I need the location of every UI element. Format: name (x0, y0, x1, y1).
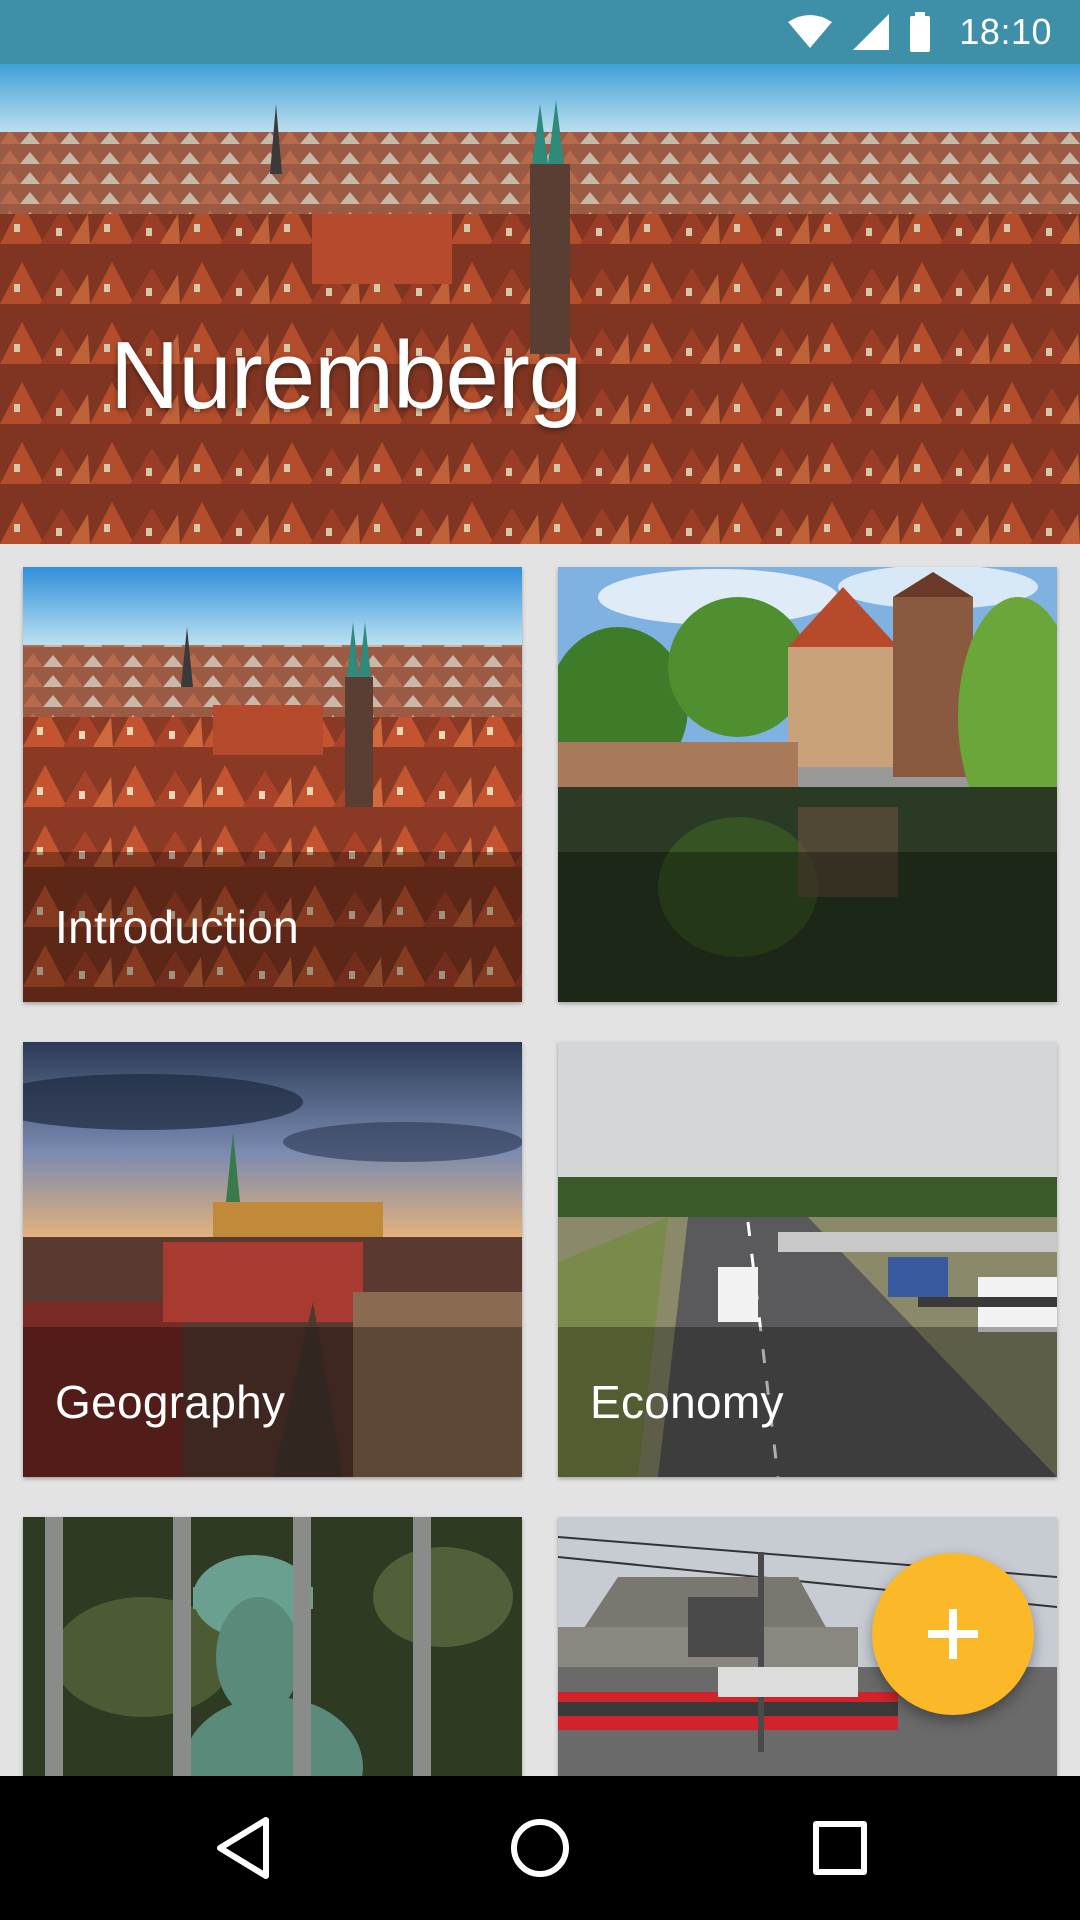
status-bar: 18:10 (0, 0, 1080, 64)
cell-signal-icon (853, 14, 890, 50)
card-label: Introduction (55, 901, 299, 953)
card-introduction[interactable]: Introduction (23, 567, 522, 1002)
recents-button[interactable] (792, 1800, 888, 1896)
back-button[interactable] (196, 1800, 292, 1896)
back-icon (217, 1817, 269, 1879)
page-title: Nuremberg (110, 322, 582, 429)
navigation-bar (0, 1776, 1080, 1920)
home-icon (511, 1819, 569, 1877)
header-banner: Nuremberg (0, 64, 1080, 544)
card-label: Economy (590, 1376, 784, 1428)
home-button[interactable] (492, 1800, 588, 1896)
card-overlay (558, 852, 1057, 1002)
card-label: Geography (55, 1376, 286, 1428)
plus-icon (928, 1609, 978, 1659)
wifi-icon (788, 15, 833, 48)
add-fab-button[interactable] (872, 1553, 1034, 1715)
status-icons: 18:10 (787, 0, 1052, 64)
card-economy[interactable]: Economy (558, 1042, 1057, 1477)
header-image (0, 64, 1080, 544)
recents-icon (813, 1821, 867, 1875)
card-riverside[interactable] (558, 567, 1057, 1002)
app-screen: 18:10 Nuremberg Introduction Geography E… (0, 0, 1080, 1920)
status-time: 18:10 (959, 11, 1052, 52)
card-geography[interactable]: Geography (23, 1042, 522, 1477)
battery-icon (910, 12, 931, 52)
